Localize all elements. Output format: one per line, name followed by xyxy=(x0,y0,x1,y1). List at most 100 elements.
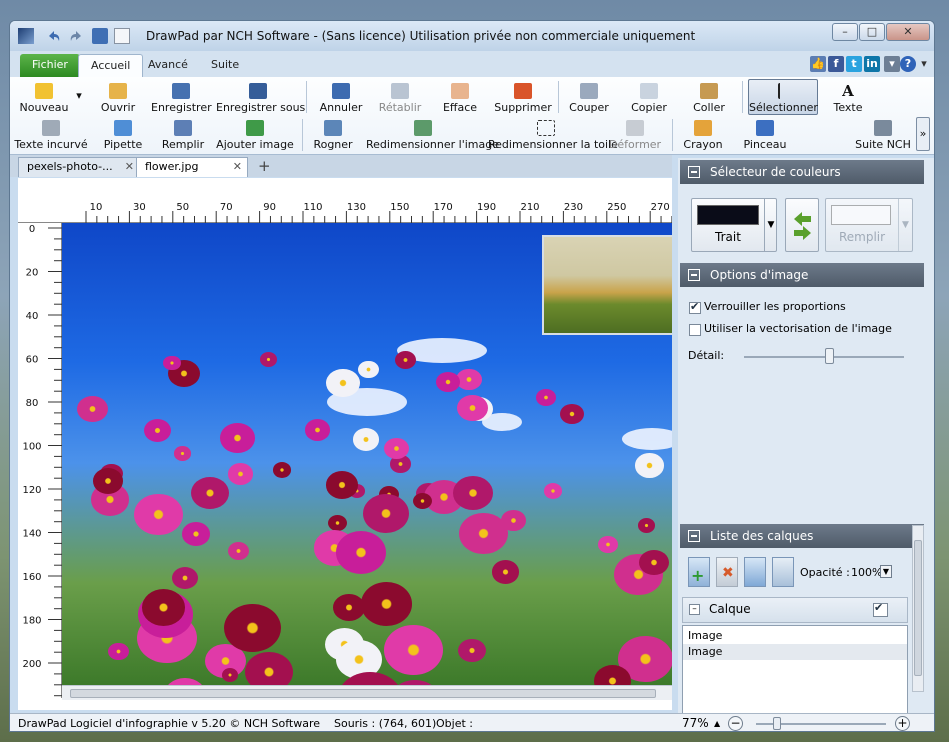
flower xyxy=(222,668,239,683)
delete-x-icon: ✖ xyxy=(722,565,734,581)
save-quick-icon[interactable] xyxy=(92,28,108,44)
ruler-left-label: 140 xyxy=(22,529,41,540)
app-logo-icon[interactable] xyxy=(18,28,34,44)
add-layer-button[interactable]: + xyxy=(688,557,710,587)
zoom-out-button[interactable]: − xyxy=(728,716,743,731)
ajouter-image-button[interactable]: Ajouter image xyxy=(216,120,294,151)
vectorize-checkbox[interactable] xyxy=(689,324,701,336)
deformer-button[interactable]: Déformer xyxy=(608,120,662,151)
texte-incurve-button[interactable]: Texte incurvé xyxy=(14,120,88,151)
linkedin-icon[interactable]: in xyxy=(864,56,880,72)
collapse-layer-icon[interactable]: – xyxy=(689,604,700,615)
copier-button[interactable]: Copier xyxy=(624,83,674,114)
pinceau-button[interactable]: Pinceau xyxy=(738,120,792,151)
efface-button[interactable]: Efface xyxy=(434,83,486,114)
fill-dropdown-arrow[interactable]: ▼ xyxy=(898,199,912,251)
layer-item[interactable]: Image xyxy=(683,644,907,660)
like-icon[interactable]: 👍 xyxy=(810,56,826,72)
tab-accueil[interactable]: Accueil xyxy=(78,54,144,77)
flower xyxy=(635,453,664,478)
retablir-button[interactable]: Rétablir xyxy=(374,83,426,114)
zoom-slider-knob[interactable] xyxy=(773,717,781,730)
layer-group-row[interactable]: – Calque xyxy=(682,597,908,623)
facebook-icon[interactable]: f xyxy=(828,56,844,72)
zoom-value[interactable]: 77% xyxy=(682,716,709,730)
close-tab-icon[interactable]: ✕ xyxy=(125,158,134,176)
new-quick-icon[interactable] xyxy=(114,28,130,44)
swap-colors-button[interactable] xyxy=(785,198,819,252)
tab-fichier[interactable]: Fichier xyxy=(20,54,80,77)
stroke-dropdown-arrow[interactable]: ▼ xyxy=(764,199,777,251)
rogner-button[interactable]: Rogner xyxy=(308,120,358,151)
enregistrer-sous-button[interactable]: Enregistrer sous xyxy=(216,83,305,114)
supprimer-button[interactable]: Supprimer xyxy=(492,83,554,114)
zoom-dropdown-icon[interactable]: ▲ xyxy=(714,719,720,728)
help-dropdown-icon[interactable]: ▾ xyxy=(916,56,932,72)
vectorize-label: Utiliser la vectorisation de l'image xyxy=(704,322,892,335)
nouveau-button[interactable]: Nouveau xyxy=(16,83,72,114)
remplir-button[interactable]: Remplir xyxy=(158,120,208,151)
enregistrer-button[interactable]: Enregistrer xyxy=(151,83,212,114)
coller-button[interactable]: Coller xyxy=(684,83,734,114)
crayon-button[interactable]: Crayon xyxy=(678,120,728,151)
copy-icon xyxy=(640,83,658,99)
flower xyxy=(173,446,191,461)
collapse-icon[interactable] xyxy=(688,269,700,281)
panel-vertical-scrollbar[interactable] xyxy=(912,525,924,692)
redo-quick-icon[interactable] xyxy=(68,28,84,44)
collapse-icon[interactable] xyxy=(688,166,700,178)
nouveau-dropdown[interactable]: ▾ xyxy=(74,89,84,102)
close-tab-icon[interactable]: ✕ xyxy=(233,158,242,176)
canvas-area[interactable]: 10 30 50 70 90 110 130 150 170 190 210 230 250 270 0 2… xyxy=(18,178,672,710)
fill-color-button[interactable]: Remplir ▼ xyxy=(825,198,913,252)
new-tab-button[interactable]: + xyxy=(250,157,272,177)
dropdown-arrow-icon[interactable]: ▾ xyxy=(884,56,900,72)
doc-tab-flower[interactable]: flower.jpg ✕ xyxy=(136,157,248,177)
tab-suite[interactable]: Suite xyxy=(199,54,251,77)
merge-layer-button[interactable] xyxy=(772,557,794,587)
brush-icon xyxy=(756,120,774,136)
delete-layer-button[interactable]: ✖ xyxy=(716,557,738,587)
more-tools-button[interactable]: » xyxy=(916,117,930,151)
zoom-in-button[interactable]: + xyxy=(895,716,910,731)
lock-ratio-checkbox[interactable] xyxy=(689,300,701,314)
twitter-icon[interactable]: t xyxy=(846,56,862,72)
tab-avance[interactable]: Avancé xyxy=(136,54,200,77)
texte-button[interactable]: A Texte xyxy=(824,83,872,114)
selectionner-button[interactable]: Sélectionner xyxy=(748,79,818,115)
panel-scroll-thumb[interactable] xyxy=(914,540,922,676)
ruler-left-label: 0 xyxy=(29,224,35,235)
collapse-icon[interactable] xyxy=(688,530,700,542)
redimensionner-toile-button[interactable]: Redimensionner la toile xyxy=(488,120,618,151)
image-options-header[interactable]: Options d'image xyxy=(680,263,924,287)
opacity-dropdown[interactable]: ▼ xyxy=(880,565,892,578)
detail-slider-knob[interactable] xyxy=(824,348,834,364)
suite-nch-button[interactable]: Suite NCH xyxy=(852,120,914,151)
minimize-button[interactable]: – xyxy=(832,23,858,41)
duplicate-layer-button[interactable] xyxy=(744,557,766,587)
scrollbar-thumb[interactable] xyxy=(70,689,656,698)
status-mouse: Souris : (764, 601) xyxy=(334,717,437,730)
redimensionner-image-button[interactable]: Redimensionner l'image xyxy=(366,120,499,151)
opacity-value[interactable]: 100% xyxy=(851,566,882,579)
stroke-color-button[interactable]: Trait ▼ xyxy=(691,198,777,252)
layers-header[interactable]: Liste des calques xyxy=(680,524,924,548)
couper-button[interactable]: Couper xyxy=(564,83,614,114)
annuler-button[interactable]: Annuler xyxy=(314,83,368,114)
ouvrir-button[interactable]: Ouvrir xyxy=(92,83,144,114)
image-layer-flower[interactable] xyxy=(62,223,672,685)
color-picker-header[interactable]: Sélecteur de couleurs xyxy=(680,160,924,184)
maximize-button[interactable]: □ xyxy=(859,23,885,41)
resize-canvas-icon xyxy=(537,120,555,136)
pipette-button[interactable]: Pipette xyxy=(98,120,148,151)
layer-visible-checkbox[interactable] xyxy=(873,601,888,617)
close-button[interactable]: ✕ xyxy=(886,23,930,41)
inserted-image-thumbnail[interactable] xyxy=(542,235,672,335)
fill-bucket-icon xyxy=(174,120,192,136)
layer-item[interactable]: Image xyxy=(683,628,907,644)
flower xyxy=(273,462,292,478)
horizontal-scrollbar[interactable] xyxy=(62,685,672,700)
doc-tab-pexels[interactable]: pexels-photo-... ✕ xyxy=(18,157,140,177)
undo-quick-icon[interactable] xyxy=(46,28,62,44)
help-icon[interactable]: ? xyxy=(900,56,916,72)
